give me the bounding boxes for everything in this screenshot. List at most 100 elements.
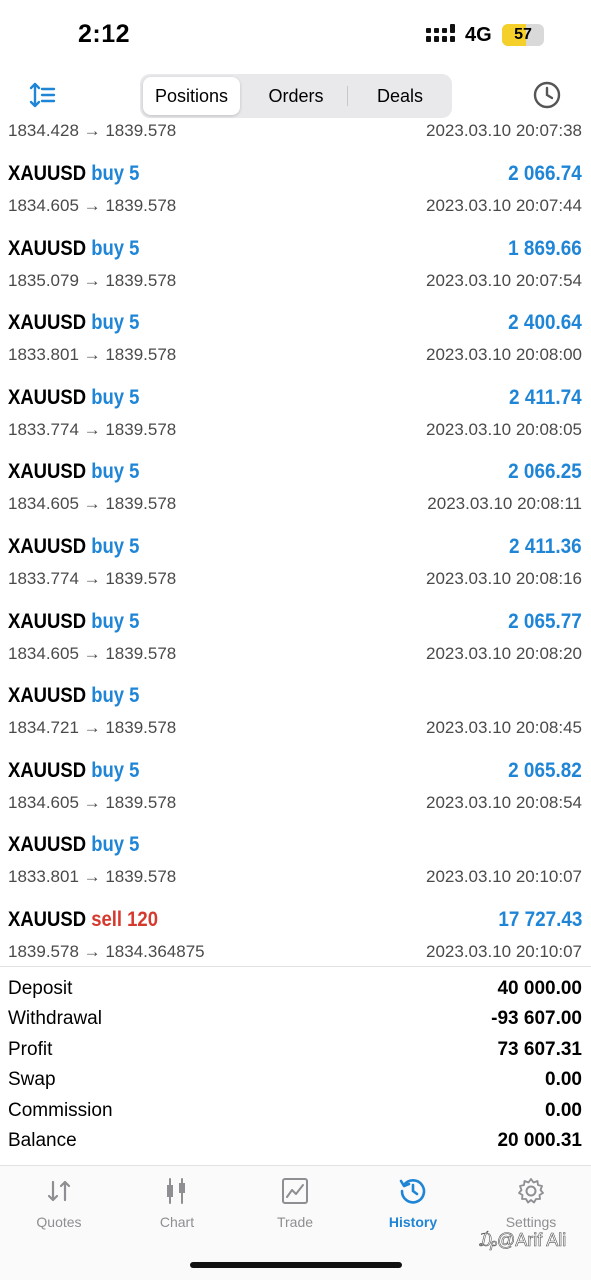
deal-time: 2023.03.10 20:08:16 <box>426 569 582 588</box>
deal-symbol: XAUUSD buy 5 <box>8 237 139 261</box>
symbol-name: XAUUSD <box>8 385 87 409</box>
home-indicator <box>190 1262 402 1268</box>
deal-time: 2023.03.10 20:08:54 <box>426 792 582 812</box>
list-item[interactable]: XAUUSD buy 5 1833.801 → 1839.578 2023.03.1… <box>0 831 591 906</box>
tab-trade[interactable]: Trade <box>236 1176 354 1246</box>
list-item[interactable]: XAUUSD buy 5 2 066.74 1834.605 → 1839.578 2… <box>0 160 591 235</box>
symbol-name: XAUUSD <box>8 908 87 931</box>
watermark: ₯@Arif Ali <box>479 1230 567 1251</box>
deal-side: buy 5 <box>91 311 140 335</box>
deal-side: buy 5 <box>91 460 140 484</box>
deal-time: 2023.03.10 20:07:54 <box>426 270 582 290</box>
tab-label: History <box>388 1214 438 1230</box>
deal-prices: 1834.428 → 1839.578 <box>8 122 177 140</box>
summary-balance: Balance 20 000.31 <box>0 1128 591 1158</box>
segment-divider <box>347 86 348 106</box>
deal-side: buy 5 <box>91 385 140 409</box>
list-item[interactable]: XAUUSD buy 5 1834.721 → 1839.578 2023.03.1… <box>0 682 591 757</box>
summary-value: 0.00 <box>545 1069 582 1090</box>
deal-symbol: XAUUSD buy 5 <box>8 535 139 559</box>
summary-swap: Swap 0.00 <box>0 1067 591 1097</box>
deal-side: sell 120 <box>91 908 158 931</box>
summary-label: Withdrawal <box>8 1008 102 1029</box>
symbol-name: XAUUSD <box>8 684 87 708</box>
deal-prices: 1834.605 → 1839.578 <box>8 196 177 215</box>
list-item[interactable]: XAUUSD buy 5 2 411.36 1833.774 → 1839.578 2… <box>0 533 591 608</box>
status-time: 2:12 <box>78 20 131 48</box>
quotes-icon <box>47 1180 71 1202</box>
deal-symbol: XAUUSD buy 5 <box>8 311 139 335</box>
tab-positions[interactable]: Positions <box>143 77 240 115</box>
tab-deals[interactable]: Deals <box>350 77 450 115</box>
deal-profit: 2 065.77 <box>508 609 582 633</box>
deal-prices: 1834.605 → 1839.578 <box>8 643 177 663</box>
summary-divider <box>0 966 591 967</box>
deal-profit: 17 727.43 <box>497 908 582 931</box>
deal-symbol: XAUUSD buy 5 <box>8 162 139 186</box>
symbol-name: XAUUSD <box>8 609 87 633</box>
list-item[interactable]: XAUUSD sell 120 17 727.43 1839.578 → 1834.… <box>0 906 591 960</box>
deals-list[interactable]: 1834.428 → 1839.578 2023.03.10 20:07:38 … <box>0 122 591 960</box>
tab-label: Trade <box>276 1214 314 1230</box>
deal-time: 2023.03.10 20:07:44 <box>426 196 582 215</box>
clock-icon[interactable] <box>532 80 562 110</box>
symbol-name: XAUUSD <box>8 833 87 857</box>
deal-symbol: XAUUSD buy 5 <box>8 610 139 634</box>
summary-label: Swap <box>8 1069 56 1090</box>
summary-value: 40 000.00 <box>497 978 582 999</box>
deal-symbol: XAUUSD buy 5 <box>8 759 139 783</box>
deal-profit: 2 400.64 <box>508 311 582 335</box>
list-item-partial[interactable]: 1834.428 → 1839.578 2023.03.10 20:07:38 <box>0 122 591 160</box>
sort-icon[interactable] <box>28 80 58 110</box>
tab-quotes[interactable]: Quotes <box>0 1176 118 1246</box>
summary-value: -93 607.00 <box>491 1008 582 1029</box>
summary-profit: Profit 73 607.31 <box>0 1037 591 1067</box>
symbol-name: XAUUSD <box>8 236 87 260</box>
summary-withdrawal: Withdrawal -93 607.00 <box>0 1006 591 1036</box>
tab-chart[interactable]: Chart <box>118 1176 236 1246</box>
symbol-name: XAUUSD <box>8 162 87 185</box>
deal-symbol: XAUUSD sell 120 <box>8 908 158 932</box>
symbol-name: XAUUSD <box>8 535 87 558</box>
deal-time: 2023.03.10 20:08:45 <box>426 718 582 738</box>
deal-prices: 1833.801 → 1839.578 <box>8 345 177 365</box>
list-item[interactable]: XAUUSD buy 5 1 869.66 1835.079 → 1839.578 2… <box>0 235 591 310</box>
deal-profit: 1 869.66 <box>508 236 582 260</box>
deal-side: buy 5 <box>91 162 140 185</box>
deal-profit: 2 066.74 <box>508 162 582 185</box>
deal-symbol: XAUUSD buy 5 <box>8 460 139 484</box>
summary-deposit: Deposit 40 000.00 <box>0 976 591 1006</box>
summary-label: Commission <box>8 1100 113 1121</box>
deal-time: 2023.03.10 20:08:05 <box>426 419 582 439</box>
status-bar: 2:12 4G 57 <box>0 0 591 70</box>
deal-profit: 2 411.36 <box>509 535 582 558</box>
symbol-name: XAUUSD <box>8 460 87 484</box>
deal-prices: 1835.079 → 1839.578 <box>8 270 177 290</box>
deal-prices: 1839.578 → 1834.364875 <box>8 942 205 960</box>
deal-profit: 2 411.74 <box>509 385 582 409</box>
list-item[interactable]: XAUUSD buy 5 2 400.64 1833.801 → 1839.578 2… <box>0 309 591 384</box>
cellular-signal-icon <box>426 24 455 42</box>
tab-label: Chart <box>159 1214 195 1230</box>
summary-label: Balance <box>8 1130 77 1151</box>
battery-icon: 57 <box>502 24 544 46</box>
list-item[interactable]: XAUUSD buy 5 2 411.74 1833.774 → 1839.578 2… <box>0 384 591 459</box>
battery-level: 57 <box>514 26 532 43</box>
history-icon <box>399 1179 426 1204</box>
deal-side: buy 5 <box>91 684 140 708</box>
deal-symbol: XAUUSD buy 5 <box>8 684 139 708</box>
list-item[interactable]: XAUUSD buy 5 2 065.82 1834.605 → 1839.578 2… <box>0 757 591 832</box>
list-item[interactable]: XAUUSD buy 5 2 066.25 1834.605 → 1839.578 2… <box>0 458 591 533</box>
deal-profit: 2 065.82 <box>508 758 582 782</box>
deal-time: 2023.03.10 20:08:11 <box>427 494 582 514</box>
trade-icon <box>282 1178 308 1204</box>
deal-symbol: XAUUSD buy 5 <box>8 386 139 410</box>
tab-label: Quotes <box>36 1214 82 1230</box>
list-item[interactable]: XAUUSD buy 5 2 065.77 1834.605 → 1839.578 2… <box>0 608 591 683</box>
deal-time: 2023.03.10 20:08:00 <box>426 345 582 365</box>
chart-icon <box>167 1178 185 1204</box>
segmented-control: Positions Orders Deals <box>140 74 452 118</box>
tab-history[interactable]: History <box>354 1176 472 1246</box>
symbol-name: XAUUSD <box>8 758 87 782</box>
tab-orders[interactable]: Orders <box>246 77 346 115</box>
